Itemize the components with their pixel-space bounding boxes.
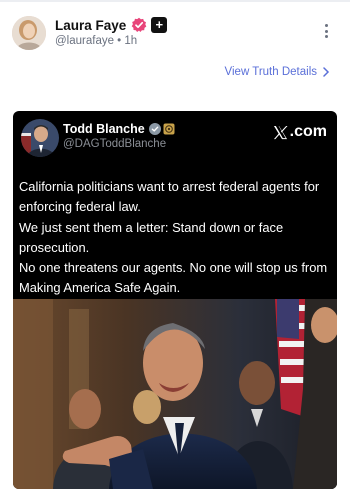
x-source-text: .com [289, 123, 327, 140]
x-logo-icon [273, 125, 288, 139]
top-divider [0, 0, 350, 2]
chevron-right-icon [323, 67, 330, 77]
avatar[interactable] [12, 16, 46, 50]
embedded-avatar-photo [21, 119, 59, 157]
embedded-author[interactable]: Todd Blanche [63, 122, 175, 136]
plus-badge-icon: + [151, 17, 168, 33]
embedded-handle: @DAGToddBlanche [63, 138, 167, 150]
verified-icon [148, 123, 161, 135]
post-author[interactable]: Laura Faye + [55, 17, 168, 33]
embedded-post-card[interactable]: Todd Blanche @DAGToddBlanche .com Califo… [13, 111, 337, 489]
verified-icon [131, 17, 147, 32]
gov-verified-icon [163, 123, 175, 135]
view-truth-details-link[interactable]: View Truth Details [225, 66, 330, 78]
embedded-line-2: We just sent them a letter: Stand down o… [19, 219, 284, 255]
embedded-post-text: California politicians want to arrest fe… [19, 177, 337, 299]
post-author-name[interactable]: Laura Faye [55, 18, 126, 33]
embedded-photo[interactable] [13, 299, 337, 489]
embedded-line-1: California politicians want to arrest fe… [19, 179, 320, 215]
embedded-author-name[interactable]: Todd Blanche [63, 122, 145, 136]
post-handle-time: @laurafaye • 1h [55, 35, 138, 47]
avatar-photo [12, 16, 46, 50]
view-truth-details-label: View Truth Details [224, 66, 317, 78]
embedded-line-3: No one threatens our agents. No one will… [19, 260, 328, 296]
more-options-icon[interactable] [321, 24, 331, 42]
x-source-label: .com [273, 123, 327, 141]
embedded-avatar[interactable] [21, 119, 59, 157]
